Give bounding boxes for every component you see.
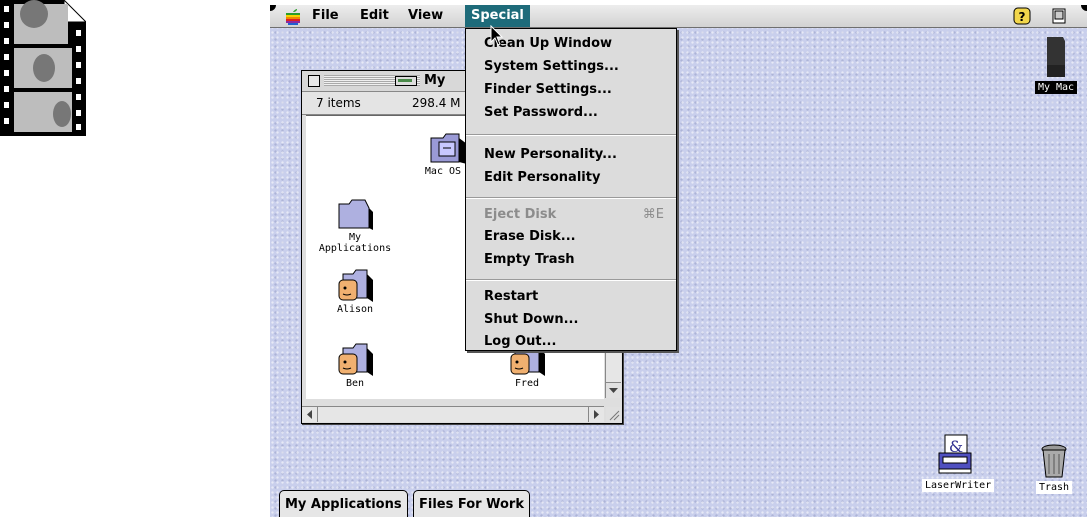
- folder-label: Alison: [336, 304, 374, 315]
- printer-laserwriter[interactable]: & LaserWriter: [922, 433, 995, 492]
- menu-special[interactable]: Special: [465, 5, 530, 27]
- menu-item-erase-disk[interactable]: Erase Disk...: [466, 226, 676, 248]
- menu-separator: [466, 197, 676, 199]
- user-folder-ben[interactable]: Ben: [310, 342, 400, 389]
- apple-menu-icon[interactable]: [284, 8, 302, 25]
- trash[interactable]: Trash: [1026, 441, 1082, 494]
- printer-icon: &: [938, 434, 972, 474]
- user-folder-alison[interactable]: Alison: [310, 268, 400, 315]
- folder-label: Ben: [345, 378, 365, 389]
- application-menu-icon[interactable]: [1051, 7, 1067, 25]
- hard-disk-icon: [1047, 37, 1065, 77]
- resize-grip-icon[interactable]: [606, 407, 621, 422]
- folder-icon: [338, 199, 373, 230]
- user-folder-icon: [338, 269, 373, 302]
- tab-my-applications[interactable]: My Applications: [279, 490, 408, 517]
- arrow-cursor-icon: [490, 25, 504, 46]
- trash-icon: [1041, 444, 1067, 478]
- menu-item-new-personality[interactable]: New Personality...: [466, 144, 676, 166]
- folder-label: Fred: [514, 378, 540, 389]
- scroll-left-arrow-icon[interactable]: [302, 407, 318, 422]
- mac-desktop[interactable]: File Edit View Special ? My 7 items 298.…: [270, 5, 1087, 517]
- menu-item-empty-trash[interactable]: Empty Trash: [466, 249, 676, 271]
- menu-item-system-settings[interactable]: System Settings...: [466, 56, 676, 78]
- system-folder-icon: [430, 133, 467, 164]
- window-title: My: [420, 73, 450, 88]
- item-count: 7 items: [316, 96, 361, 110]
- menu-separator: [466, 134, 676, 136]
- menu-edit[interactable]: Edit: [354, 5, 395, 27]
- shortcut-label: ⌘E: [642, 207, 664, 222]
- horizontal-scrollbar[interactable]: [302, 406, 604, 422]
- desktop-icon-label: LaserWriter: [922, 479, 995, 492]
- hard-disk-my-mac[interactable]: My Mac: [1028, 35, 1084, 94]
- user-folder-icon: [338, 343, 373, 376]
- menu-item-restart[interactable]: Restart: [466, 286, 676, 308]
- special-menu-dropdown: Clean Up Window System Settings... Finde…: [465, 28, 677, 351]
- menu-item-log-out[interactable]: Log Out...: [466, 331, 676, 353]
- menu-view[interactable]: View: [402, 5, 449, 27]
- menu-file[interactable]: File: [306, 5, 345, 27]
- disk-icon: [395, 76, 417, 86]
- movie-file-icon[interactable]: [0, 0, 88, 136]
- applications-folder-item[interactable]: My Applications: [310, 196, 400, 254]
- menu-item-eject-disk: Eject Disk ⌘E: [466, 204, 676, 226]
- svg-text:?: ?: [1019, 10, 1026, 24]
- menu-item-shut-down[interactable]: Shut Down...: [466, 309, 676, 331]
- desktop-icon-label: My Mac: [1034, 81, 1078, 94]
- menu-item-finder-settings[interactable]: Finder Settings...: [466, 79, 676, 101]
- menu-item-edit-personality[interactable]: Edit Personality: [466, 167, 676, 189]
- tab-files-for-work[interactable]: Files For Work: [413, 490, 530, 517]
- folder-label: My Applications: [318, 232, 392, 254]
- menu-item-label: Eject Disk: [484, 207, 557, 222]
- desktop-icon-label: Trash: [1035, 481, 1073, 494]
- scroll-down-arrow-icon[interactable]: [606, 382, 621, 398]
- help-icon[interactable]: ?: [1013, 7, 1031, 25]
- menu-bar: File Edit View Special ?: [270, 5, 1087, 28]
- disk-space: 298.4 M: [412, 96, 461, 110]
- menu-item-set-password[interactable]: Set Password...: [466, 102, 676, 124]
- close-box[interactable]: [308, 75, 320, 87]
- scroll-right-arrow-icon[interactable]: [588, 407, 604, 422]
- menu-separator: [466, 279, 676, 281]
